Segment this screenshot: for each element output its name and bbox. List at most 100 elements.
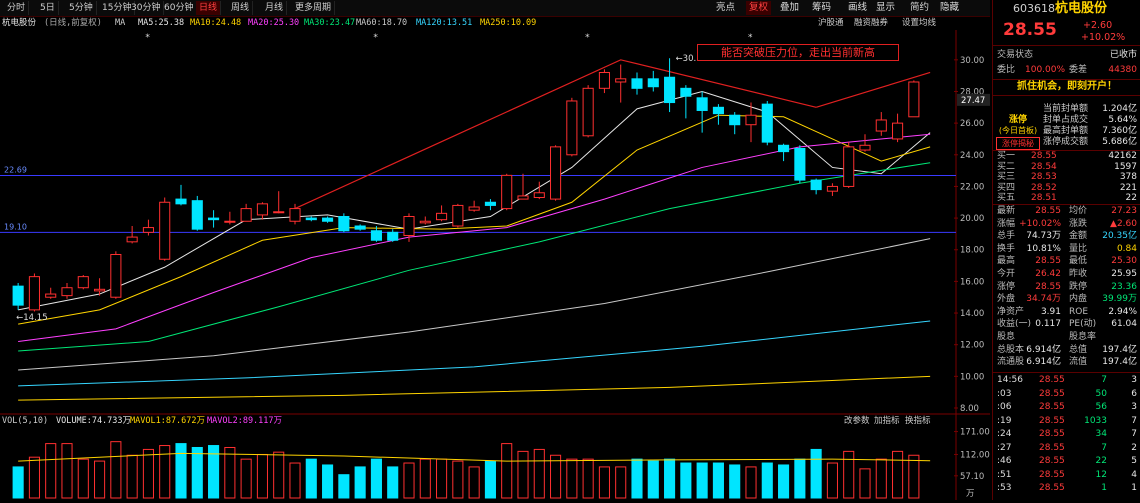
bid-volume: 221 <box>1119 182 1137 193</box>
tick-price: 28.55 <box>1039 456 1065 466</box>
volume-bar <box>875 458 887 499</box>
toolbar-button[interactable]: 简约 <box>910 1 929 15</box>
quote-stat-row: 涨幅 +10.02% 涨跌 ▲2.60 <box>993 219 1140 230</box>
tick-price: 28.55 <box>1039 415 1065 426</box>
vol-edit-params[interactable]: 改参数 <box>844 414 870 428</box>
tick-row: :19 28.55 1033 7 <box>993 416 1140 427</box>
tick-row: :27 28.55 7 2 <box>993 443 1140 454</box>
toolbar-button[interactable]: 亮点 <box>716 1 735 15</box>
volume-bar <box>436 458 448 499</box>
period-tab[interactable]: 分时 <box>4 1 30 15</box>
candle-body <box>289 208 301 222</box>
ma-line <box>18 114 931 325</box>
tick-row: :06 28.55 56 3 <box>993 402 1140 413</box>
stat-value: 197.4亿 <box>1102 344 1137 355</box>
bid-row: 买三 28.53 378 <box>993 172 1140 183</box>
toolbar-button[interactable]: 显示 <box>876 1 895 15</box>
y-tick-label: 22.00 <box>960 182 984 192</box>
candle-body <box>826 185 838 192</box>
tick-time: :27 <box>997 442 1012 453</box>
toolbar-button[interactable]: 画线 <box>848 1 867 15</box>
vol-change-indicator[interactable]: 换指标 <box>905 414 931 428</box>
volume-bar <box>354 466 366 499</box>
tick-row: 14:56 28.55 7 3 <box>993 375 1140 386</box>
low-price-mark: ←14.15 <box>16 313 47 323</box>
stat-value: 23.36 <box>1111 281 1137 292</box>
price-level-label: 19.10 <box>4 222 27 231</box>
candle-body <box>501 174 513 210</box>
quote-stat-row: 最高 28.55 最低 25.30 <box>993 256 1140 267</box>
quote-stat-row: 股息 股息率 <box>993 332 1140 343</box>
ma-legend-item: MA5:25.38 <box>138 18 185 28</box>
limit-up-stat-row: 涨停成交额 5.686亿 <box>993 137 1140 148</box>
candle-body <box>550 146 562 200</box>
stat-label: 净资产 <box>997 306 1025 317</box>
limit-up-stat-row: 当前封单额 1.204亿 <box>993 104 1140 115</box>
limit-up-stat-label: 封单占成交 <box>1043 115 1089 125</box>
limit-up-stat-value: 1.204亿 <box>1102 104 1137 114</box>
promo-link[interactable]: 抓住机会，即刻开户！ <box>993 80 1140 94</box>
stat-value: 34.74万 <box>1026 294 1061 305</box>
vol-mavol2: MAVOL2:89.117万 <box>207 416 283 426</box>
kline-chart[interactable]: 8.00 10.00 12.00 14.00 16.00 18.00 20.00 22.00 2… <box>0 30 990 500</box>
tick-price: 28.55 <box>1039 429 1065 439</box>
candle-body <box>859 144 871 151</box>
toolbar-button[interactable]: 叠加 <box>780 1 799 15</box>
period-tab[interactable]: 月线 <box>262 1 288 15</box>
candle-body <box>159 201 171 260</box>
vol-add-indicator[interactable]: 加指标 <box>874 414 900 428</box>
volume-bar <box>28 456 40 499</box>
bid-label: 买三 <box>997 172 1016 182</box>
candle-body <box>110 253 122 298</box>
candle-body <box>696 97 708 111</box>
period-tab[interactable]: 日线 <box>196 1 222 15</box>
toolbar-button[interactable]: 隐藏 <box>940 1 959 15</box>
candle-body <box>256 203 268 216</box>
stat-value: 25.95 <box>1111 269 1137 279</box>
candle-body <box>615 78 627 83</box>
period-tab[interactable]: 周线 <box>228 1 254 15</box>
ma-line <box>18 320 931 387</box>
tick-volume: 34 <box>1095 429 1107 439</box>
link-set-ma[interactable]: 设置均线 <box>902 16 936 30</box>
volume-bar <box>631 458 643 499</box>
ma-line <box>18 133 931 343</box>
stat-label: 流通股 <box>997 357 1025 368</box>
stat-label: ROE <box>1069 306 1089 317</box>
candle-body <box>778 144 790 153</box>
ma-legend-bar: 杭电股份 (日线,前复权) MA MA5:25.38 MA10:24.48 MA20… <box>0 16 990 30</box>
vol-y-tick-label: 171.00 <box>960 428 990 438</box>
y-tick-label: 26.00 <box>960 119 984 129</box>
stat-label: 流值 <box>1069 357 1088 368</box>
weibi-label: 委比 <box>997 65 1016 75</box>
volume-bar <box>729 464 741 499</box>
event-marker-icon: * <box>373 33 378 43</box>
toolbar-button[interactable]: 筹码 <box>812 1 831 15</box>
event-marker-icon: * <box>748 33 753 43</box>
ma-line <box>18 238 931 371</box>
period-tab[interactable]: 30分钟 <box>128 1 165 15</box>
candle-body <box>484 201 496 206</box>
period-tab[interactable]: 5分钟 <box>66 1 97 15</box>
candle-body <box>468 206 480 211</box>
period-tab[interactable]: 5日 <box>37 1 59 15</box>
link-margin[interactable]: 融资融券 <box>854 16 888 30</box>
candle-body <box>533 192 545 199</box>
y-tick-label: 30.00 <box>960 56 984 66</box>
stat-value: 28.55 <box>1035 281 1061 292</box>
period-toolbar: 分时 5日 5分钟 15分钟 30分钟 60分钟 日线 周线 月线 更多周期 亮点 复权 叠加 筹码 画线显… <box>0 0 990 17</box>
quote-stat-row: 外盘 34.74万 内盘 39.99万 <box>993 294 1140 305</box>
candle-body <box>582 87 594 137</box>
candle-body <box>843 146 855 187</box>
annotation-box: 能否突破压力位，走出当前新高 <box>697 44 899 61</box>
volume-bar <box>566 458 578 499</box>
period-tab[interactable]: 60分钟 <box>161 1 198 15</box>
period-tab[interactable]: 更多周期 <box>292 1 336 15</box>
stat-label: 最高 <box>997 256 1016 267</box>
candle-body <box>664 76 676 104</box>
stat-label: 量比 <box>1069 243 1088 254</box>
tick-count: 3 <box>1131 375 1137 385</box>
link-hugutong[interactable]: 沪股通 <box>818 16 844 30</box>
toolbar-button[interactable]: 复权 <box>746 1 772 15</box>
bid-label: 买五 <box>997 193 1016 203</box>
